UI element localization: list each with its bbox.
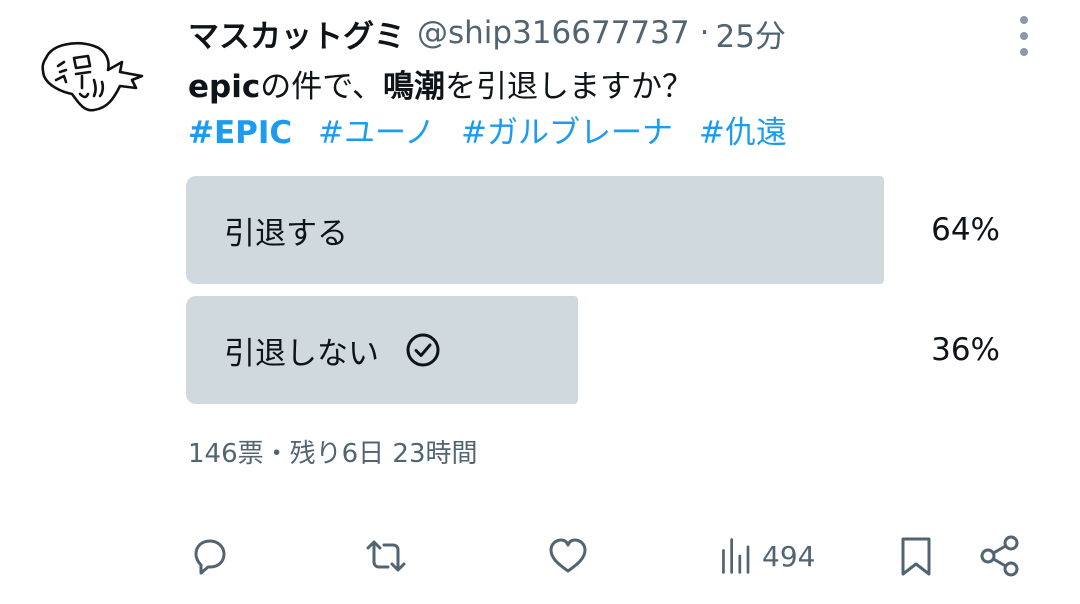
tweet-text-bold-1: epic bbox=[188, 69, 261, 105]
retweet-icon bbox=[366, 540, 406, 572]
reply-icon bbox=[194, 539, 226, 575]
reply-button[interactable] bbox=[188, 528, 232, 584]
poll-meta: 146票・残り6日 23時間 bbox=[188, 439, 478, 469]
tweet-text-4: を引退しますか？ bbox=[444, 69, 693, 105]
tweet-header: マスカットグミ @ship316677737 · 25分 bbox=[188, 10, 786, 56]
views-button[interactable]: 494 bbox=[718, 528, 815, 584]
user-handle[interactable]: @ship316677737 bbox=[417, 15, 690, 51]
action-bar: 494 bbox=[0, 528, 1080, 584]
more-dot bbox=[1020, 16, 1028, 24]
hashtag-link[interactable]: #ガルブレーナ bbox=[461, 115, 673, 151]
retweet-button[interactable] bbox=[364, 528, 408, 584]
tweet[interactable]: マスカットグミ @ship316677737 · 25分 epicの件で、鳴潮を… bbox=[0, 0, 1080, 604]
bookmark-icon bbox=[901, 537, 931, 576]
timestamp[interactable]: 25分 bbox=[715, 11, 785, 56]
more-vertical-icon[interactable] bbox=[1018, 16, 1030, 56]
check-circle-icon bbox=[406, 333, 440, 367]
more-dot bbox=[1020, 48, 1028, 56]
tweet-text: epicの件で、鳴潮を引退しますか？ bbox=[188, 64, 693, 110]
bookmark-button[interactable] bbox=[894, 528, 938, 584]
avatar[interactable] bbox=[36, 36, 154, 116]
hashtag-row: #EPIC #ユーノ #ガルブレーナ #仇遠 bbox=[188, 110, 803, 156]
views-chart-icon bbox=[722, 538, 750, 574]
poll-option-label: 引退しない bbox=[224, 296, 441, 404]
poll-option-label: 引退する bbox=[224, 176, 348, 284]
poll-option[interactable]: 引退しない 36% bbox=[186, 296, 1000, 404]
tweet-text-2: の件で、 bbox=[260, 69, 383, 105]
share-icon bbox=[980, 535, 1019, 577]
poll-percent: 64% bbox=[931, 212, 1000, 248]
poll-percent: 36% bbox=[931, 332, 1000, 368]
avatar-drawing bbox=[41, 42, 144, 112]
share-button[interactable] bbox=[978, 528, 1022, 584]
tweet-text-bold-2: 鳴潮 bbox=[382, 69, 445, 105]
separator-dot: · bbox=[699, 15, 710, 51]
poll-option-text: 引退しない bbox=[224, 335, 379, 372]
views-count: 494 bbox=[762, 539, 816, 573]
hashtag-link[interactable]: #仇遠 bbox=[699, 115, 787, 151]
heart-icon bbox=[549, 538, 587, 573]
like-button[interactable] bbox=[546, 528, 590, 584]
hashtag-link[interactable]: #ユーノ bbox=[318, 115, 435, 151]
poll-option-text: 引退する bbox=[224, 215, 348, 252]
hashtag-link[interactable]: #EPIC bbox=[188, 115, 292, 151]
display-name[interactable]: マスカットグミ bbox=[188, 11, 405, 56]
poll-option[interactable]: 引退する 64% bbox=[186, 176, 1000, 284]
more-dot bbox=[1020, 32, 1028, 40]
